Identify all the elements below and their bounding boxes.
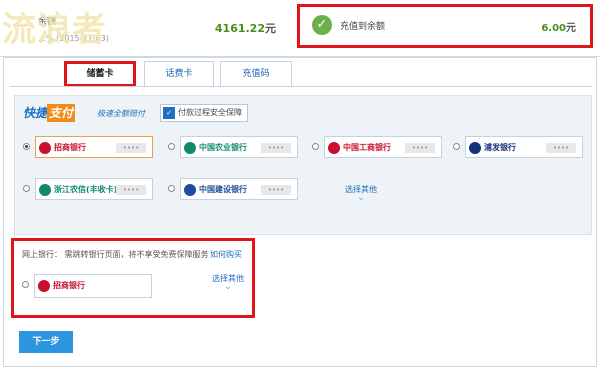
bank-radio[interactable] bbox=[168, 185, 175, 192]
security-badge[interactable]: ✓ 付款过程安全保障 bbox=[160, 104, 248, 122]
bank-account-mask: •••• bbox=[405, 143, 435, 153]
bank-option-abc[interactable]: 中国农业银行 •••• bbox=[168, 136, 300, 158]
bank-option-zjnx[interactable]: 浙江农信(丰收卡) •••• bbox=[23, 178, 155, 200]
chevron-down-icon: ⌄ bbox=[357, 193, 365, 203]
bank-name: 中国农业银行 bbox=[199, 143, 247, 152]
bank-account-mask: •••• bbox=[261, 143, 291, 153]
bank-logo-icon bbox=[39, 184, 51, 196]
balance-unit: 元 bbox=[265, 22, 276, 35]
more-banks-link[interactable]: 选择其他 ⌄ bbox=[345, 184, 377, 203]
bank-logo-icon bbox=[39, 142, 51, 154]
bank-radio[interactable] bbox=[23, 143, 30, 150]
chevron-down-icon: ⌄ bbox=[224, 282, 232, 292]
quickpay-logo: 快捷 支付 bbox=[23, 104, 76, 122]
bank-name: 浙江农信(丰收卡) bbox=[54, 185, 118, 194]
bank-card[interactable]: 招商银行 bbox=[34, 274, 152, 298]
recharge-to-balance-option[interactable]: ✓ 充值到余额 6.00元 bbox=[297, 4, 593, 48]
bank-radio[interactable] bbox=[453, 143, 460, 150]
bank-name: 浦发银行 bbox=[484, 143, 516, 152]
next-button[interactable]: 下一步 bbox=[19, 331, 73, 353]
bank-radio[interactable] bbox=[312, 143, 319, 150]
quickpay-section: 快捷 支付 极速全额赔付 ✓ 付款过程安全保障 招商银行 •••• 中国农业银行 •… bbox=[14, 95, 592, 235]
bank-card[interactable]: 中国建设银行 •••• bbox=[180, 178, 298, 200]
recharge-amount: 6.00元 bbox=[541, 19, 576, 34]
bank-logo-icon bbox=[184, 142, 196, 154]
bank-account-mask: •••• bbox=[261, 185, 291, 195]
bank-name: 招商银行 bbox=[53, 281, 85, 290]
online-banking-label: 网上银行： 需跳转银行页面，将不享受免费保障服务 bbox=[22, 249, 209, 260]
bank-name: 中国工商银行 bbox=[343, 143, 391, 152]
bank-logo-icon bbox=[469, 142, 481, 154]
recharge-label: 充值到余额 bbox=[340, 22, 386, 32]
bank-card[interactable]: 中国工商银行 •••• bbox=[324, 136, 442, 158]
bank-name: 招商银行 bbox=[54, 143, 86, 152]
shield-icon: ✓ bbox=[163, 106, 175, 119]
bank-option-spdb[interactable]: 浦发银行 •••• bbox=[453, 136, 585, 158]
tab-divider bbox=[10, 86, 592, 87]
payment-panel: 储蓄卡 话费卡 充值码 快捷 支付 极速全额赔付 ✓ 付款过程安全保障 招商银行 •… bbox=[3, 57, 597, 367]
bank-name: 中国建设银行 bbox=[199, 185, 247, 194]
online-banking-help-link[interactable]: 如何购买 bbox=[210, 249, 242, 260]
bank-radio[interactable] bbox=[168, 143, 175, 150]
balance-amount: 4161.22元 bbox=[215, 20, 276, 36]
check-icon: ✓ bbox=[312, 15, 332, 35]
tab-phone-card[interactable]: 话费卡 bbox=[144, 61, 214, 87]
online-banking-desc: 需跳转银行页面，将不享受免费保障服务 bbox=[64, 250, 209, 259]
online-banking-section: 网上银行： 需跳转银行页面，将不享受免费保障服务 如何购买 招商银行 选择其他 … bbox=[11, 238, 255, 318]
bank-radio[interactable] bbox=[22, 281, 29, 288]
bank-card[interactable]: 浙江农信(丰收卡) •••• bbox=[35, 178, 153, 200]
bank-option-icbc[interactable]: 中国工商银行 •••• bbox=[312, 136, 444, 158]
quickpay-slogan: 极速全额赔付 bbox=[97, 109, 145, 118]
tab-recharge-code[interactable]: 充值码 bbox=[220, 61, 292, 87]
online-banking-more-link[interactable]: 选择其他 ⌄ bbox=[212, 273, 244, 292]
bank-option-ccb[interactable]: 中国建设银行 •••• bbox=[168, 178, 300, 200]
bank-card[interactable]: 中国农业银行 •••• bbox=[180, 136, 298, 158]
online-banking-title: 网上银行： bbox=[22, 250, 62, 259]
bank-option-cmb[interactable]: 招商银行 •••• bbox=[23, 136, 155, 158]
bank-radio[interactable] bbox=[23, 185, 30, 192]
bank-card[interactable]: 浦发银行 •••• bbox=[465, 136, 583, 158]
bank-logo-icon bbox=[184, 184, 196, 196]
quickpay-logo-text-b: 支付 bbox=[47, 104, 76, 122]
watermark: 流浪者 bbox=[2, 10, 107, 50]
bank-account-mask: •••• bbox=[546, 143, 576, 153]
online-bank-option-cmb[interactable]: 招商银行 bbox=[22, 274, 162, 298]
bank-logo-icon bbox=[328, 142, 340, 154]
bank-card[interactable]: 招商银行 •••• bbox=[35, 136, 153, 158]
quickpay-logo-text-a: 快捷 bbox=[23, 106, 48, 120]
bank-account-mask: •••• bbox=[116, 185, 146, 195]
recharge-amount-value: 6.00 bbox=[541, 23, 566, 34]
security-label: 付款过程安全保障 bbox=[178, 108, 242, 117]
bank-account-mask: •••• bbox=[116, 143, 146, 153]
recharge-unit: 元 bbox=[566, 23, 576, 34]
bank-logo-icon bbox=[38, 280, 50, 292]
balance-amount-value: 4161.22 bbox=[214, 22, 265, 35]
tab-debit-card[interactable]: 储蓄卡 bbox=[64, 61, 136, 87]
